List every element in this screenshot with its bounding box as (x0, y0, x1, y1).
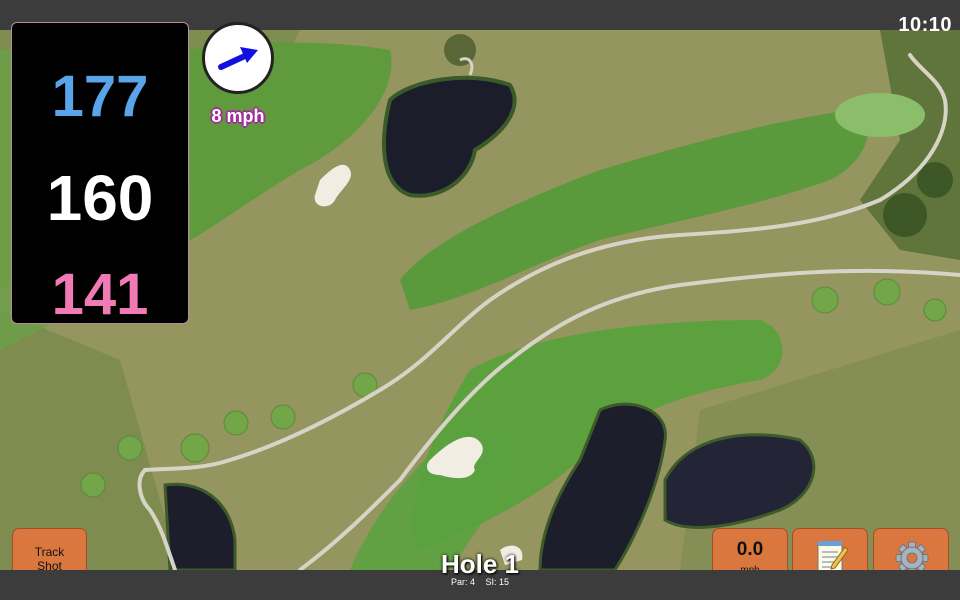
hole-title: Hole 1 (440, 549, 520, 579)
back-distance: 177 (51, 64, 149, 129)
clock-time: 10:10 (898, 14, 952, 36)
hole-info: Par: 4 SI: 15 (380, 577, 580, 587)
hole-par: Par: 4 (450, 577, 475, 587)
hole-stroke-index: SI: 15 (485, 577, 510, 587)
arrow-icon (218, 47, 258, 70)
wind-indicator (202, 22, 274, 94)
middle-distance: 160 (46, 162, 154, 234)
track-shot-label-line1: Track (34, 545, 65, 559)
speed-value: 0.0 (736, 539, 764, 560)
front-distance: 141 (51, 262, 149, 327)
wind-speed-label: 8 mph (211, 106, 265, 126)
distance-panel: 177 160 141 (11, 22, 189, 327)
